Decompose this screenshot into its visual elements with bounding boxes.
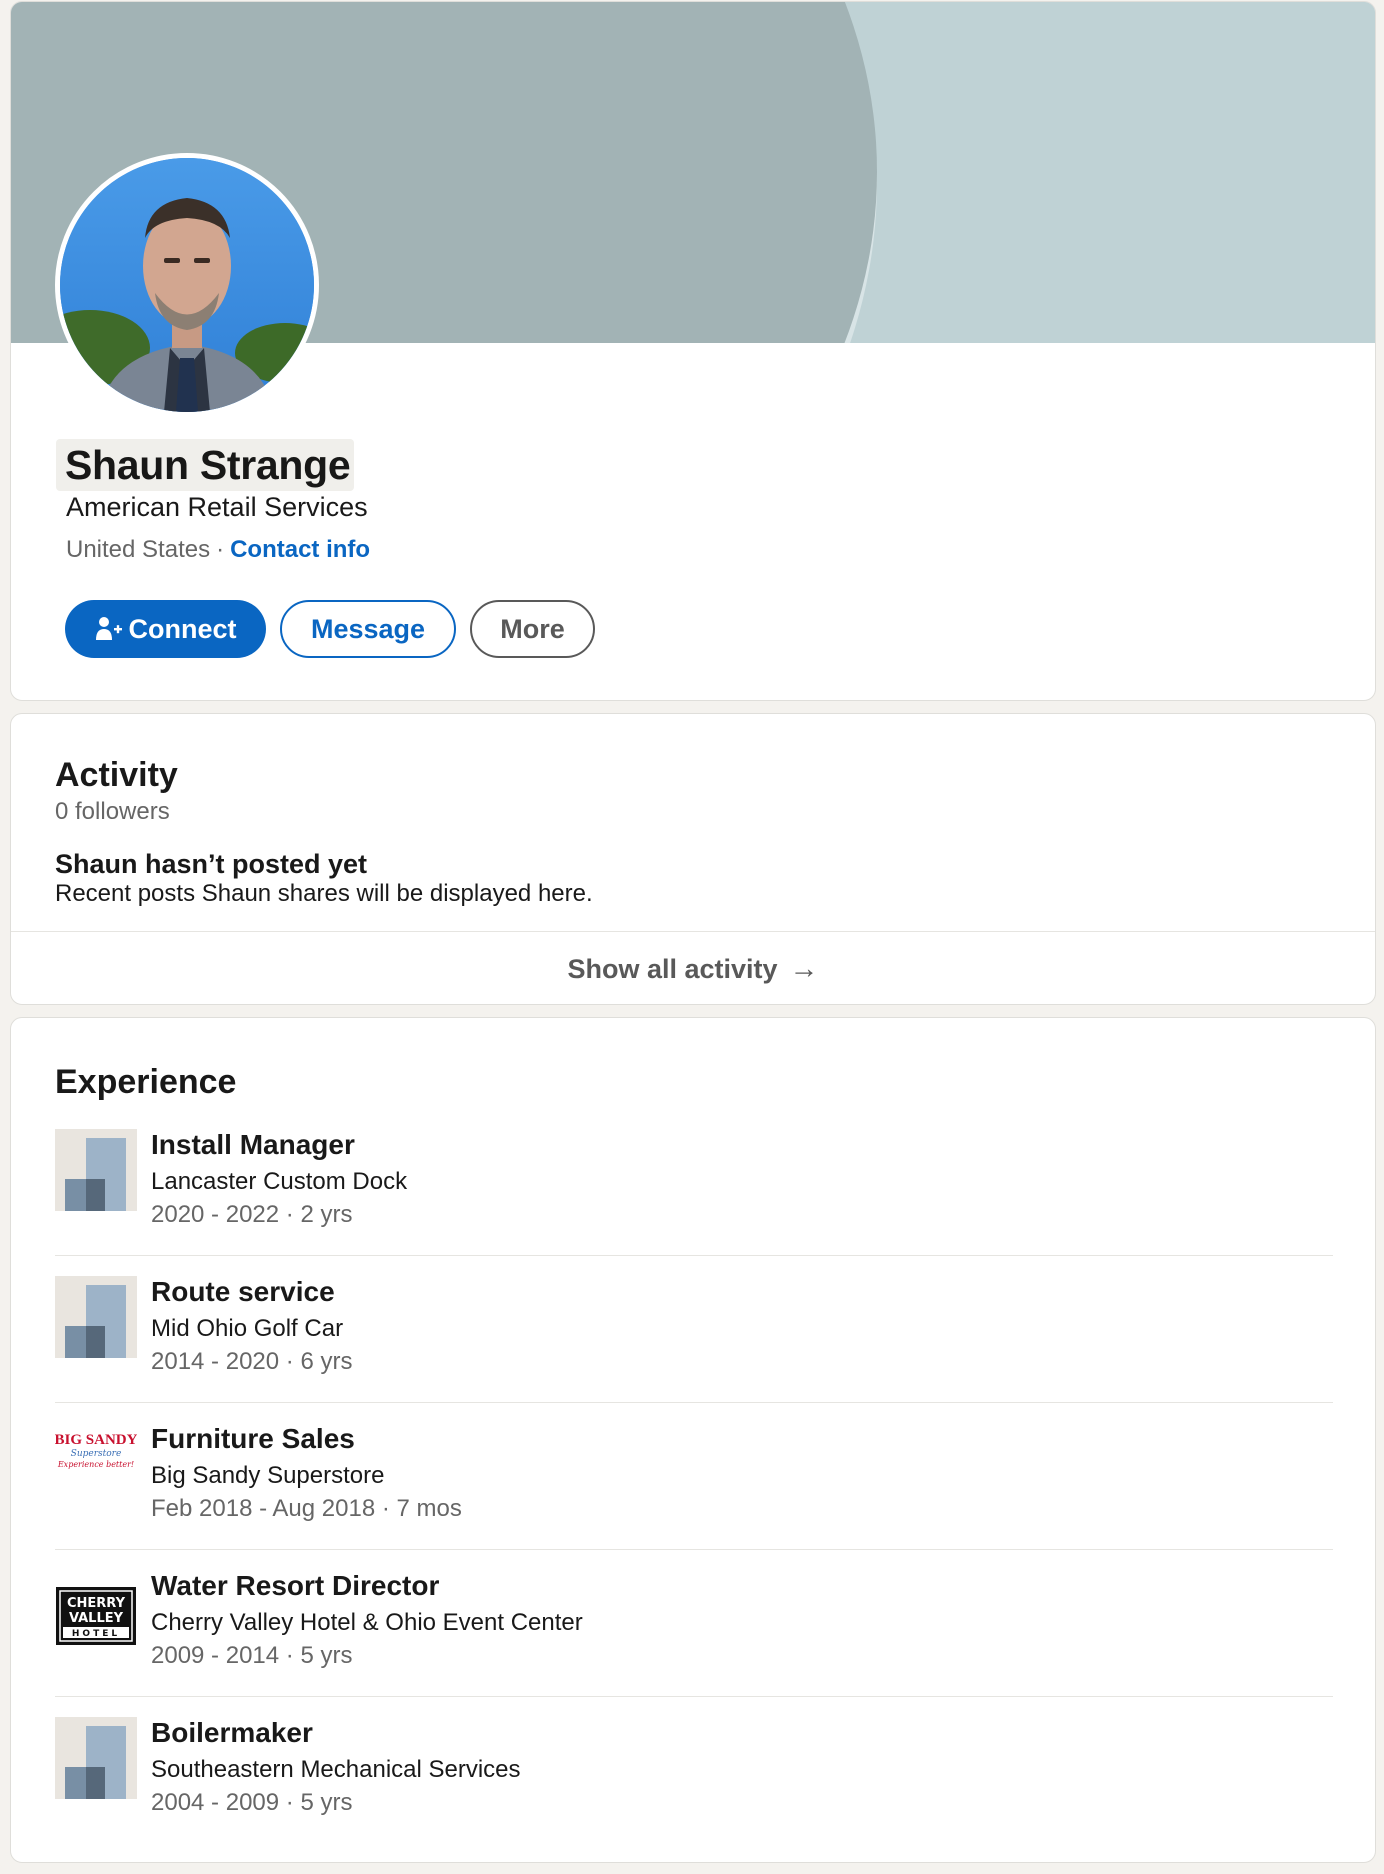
- location-row: United States · Contact info: [66, 535, 370, 565]
- experience-company: Lancaster Custom Dock: [151, 1168, 408, 1195]
- experience-company: Big Sandy Superstore: [151, 1462, 385, 1489]
- svg-text:Superstore: Superstore: [71, 1449, 122, 1459]
- svg-text:HOTEL: HOTEL: [72, 1629, 120, 1639]
- followers-count[interactable]: 0 followers: [55, 798, 170, 826]
- separator-dot: ·: [216, 536, 225, 563]
- experience-dates: Feb 2018 - Aug 2018 · 7 mos: [151, 1495, 462, 1522]
- divider: [55, 1696, 1333, 1697]
- svg-text:VALLEY: VALLEY: [69, 1611, 124, 1626]
- experience-dates: 2004 - 2009 · 5 yrs: [151, 1789, 353, 1816]
- profile-headline: American Retail Services: [66, 492, 368, 522]
- experience-item[interactable]: BIG SANDY Superstore Experience better! …: [55, 1416, 1333, 1563]
- more-button[interactable]: More: [470, 600, 595, 658]
- svg-text:CHERRY: CHERRY: [67, 1596, 126, 1611]
- no-posts-title: Shaun hasn’t posted yet: [55, 849, 368, 879]
- experience-card: Experience Install Manager Lancaster Cus…: [10, 1017, 1376, 1863]
- experience-dates: 2020 - 2022 · 2 yrs: [151, 1201, 353, 1228]
- experience-title-text: Install Manager: [151, 1129, 355, 1160]
- big-sandy-logo[interactable]: BIG SANDY Superstore Experience better!: [55, 1423, 137, 1505]
- divider: [55, 1549, 1333, 1550]
- generic-company-icon[interactable]: [55, 1129, 137, 1211]
- experience-item[interactable]: Install Manager Lancaster Custom Dock 20…: [55, 1122, 1333, 1269]
- experience-title-text: Boilermaker: [151, 1717, 313, 1748]
- show-all-activity-button[interactable]: Show all activity →: [11, 932, 1375, 1004]
- activity-title: Activity: [55, 756, 178, 794]
- experience-item[interactable]: Boilermaker Southeastern Mechanical Serv…: [55, 1710, 1333, 1857]
- divider: [55, 1255, 1333, 1256]
- experience-title-text: Route service: [151, 1276, 335, 1307]
- avatar[interactable]: [55, 153, 319, 417]
- experience-title-text: Furniture Sales: [151, 1423, 355, 1454]
- divider: [55, 1402, 1333, 1403]
- profile-photo: [60, 158, 314, 412]
- connect-label: Connect: [128, 613, 237, 644]
- svg-text:Experience better!: Experience better!: [57, 1460, 134, 1469]
- experience-dates: 2014 - 2020 · 6 yrs: [151, 1348, 353, 1375]
- profile-location: United States: [66, 536, 211, 563]
- experience-title-text: Water Resort Director: [151, 1570, 440, 1601]
- profile-name: Shaun Strange: [56, 439, 355, 491]
- cherry-valley-logo[interactable]: CHERRY VALLEY HOTEL: [55, 1570, 137, 1652]
- show-all-activity-label: Show all activity: [567, 953, 778, 984]
- arrow-right-icon: →: [789, 952, 819, 985]
- activity-card: Activity 0 followers Shaun hasn’t posted…: [10, 713, 1376, 1005]
- connect-button[interactable]: Connect: [65, 600, 266, 658]
- experience-company: Mid Ohio Golf Car: [151, 1315, 344, 1342]
- contact-info-link[interactable]: Contact info: [230, 536, 370, 563]
- experience-item[interactable]: Route service Mid Ohio Golf Car 2014 - 2…: [55, 1269, 1333, 1416]
- message-button[interactable]: Message: [280, 600, 456, 658]
- experience-company: Cherry Valley Hotel & Ohio Event Center: [151, 1609, 583, 1636]
- generic-company-icon[interactable]: [55, 1276, 137, 1358]
- add-person-icon: [95, 617, 122, 640]
- svg-text:BIG SANDY: BIG SANDY: [55, 1432, 137, 1448]
- experience-company: Southeastern Mechanical Services: [151, 1756, 521, 1783]
- no-posts-description: Recent posts Shaun shares will be displa…: [55, 880, 593, 907]
- experience-item[interactable]: CHERRY VALLEY HOTEL Water Resort Directo…: [55, 1563, 1333, 1710]
- experience-dates: 2009 - 2014 · 5 yrs: [151, 1642, 353, 1669]
- generic-company-icon[interactable]: [55, 1717, 137, 1799]
- profile-top-card: Shaun Strange American Retail Services U…: [10, 1, 1376, 701]
- experience-title: Experience: [55, 1063, 237, 1101]
